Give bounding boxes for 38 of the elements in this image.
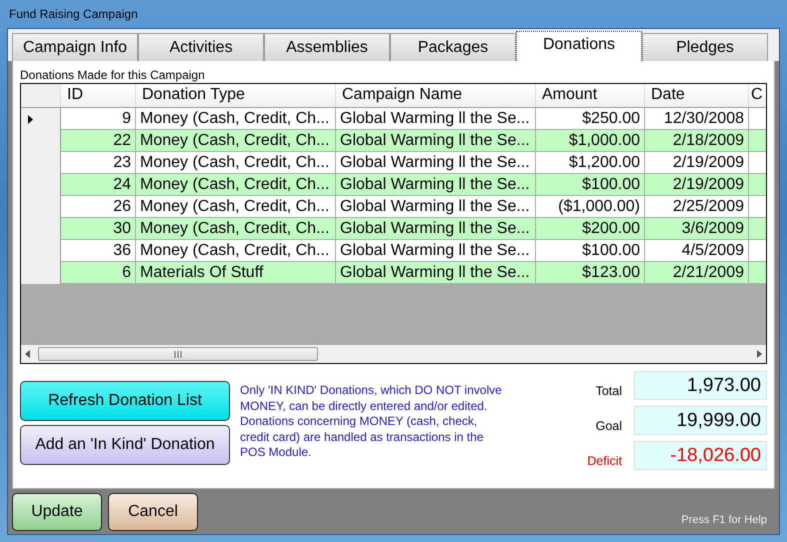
column-header[interactable]: C bbox=[749, 84, 766, 107]
total-value-field: -18,026.00 bbox=[634, 441, 767, 470]
total-label: Total bbox=[596, 384, 622, 398]
footer-button[interactable]: Cancel bbox=[108, 492, 198, 530]
action-button[interactable]: Add an 'In Kind' Donation bbox=[20, 425, 230, 465]
table-cell: Global Warming ll the Se... bbox=[336, 262, 536, 284]
scrollbar-thumb[interactable] bbox=[38, 347, 318, 361]
tab[interactable]: Packages bbox=[390, 33, 516, 61]
row-header[interactable] bbox=[21, 108, 61, 130]
scroll-left-icon[interactable] bbox=[25, 350, 30, 358]
grid-caption: Donations Made for this Campaign bbox=[20, 67, 206, 83]
column-header[interactable]: Donation Type bbox=[136, 84, 336, 107]
scroll-right-icon[interactable] bbox=[757, 350, 762, 358]
tab[interactable]: Assemblies bbox=[264, 33, 390, 61]
table-cell: $123.00 bbox=[536, 262, 645, 284]
tab[interactable]: Activities bbox=[138, 33, 264, 61]
column-header[interactable]: Date bbox=[645, 84, 749, 107]
action-button[interactable]: Refresh Donation List bbox=[20, 381, 230, 421]
column-header[interactable]: Amount bbox=[536, 84, 645, 107]
help-hint: Press F1 for Help bbox=[681, 514, 767, 526]
total-value-field: 1,973.00 bbox=[634, 371, 767, 400]
table-cell: 2/21/2009 bbox=[645, 262, 749, 284]
horizontal-scrollbar[interactable] bbox=[21, 345, 766, 363]
row-header bbox=[21, 84, 61, 107]
tab[interactable]: Pledges bbox=[642, 33, 768, 61]
column-header[interactable]: ID bbox=[61, 84, 136, 107]
total-label: Deficit bbox=[587, 454, 622, 468]
total-value-field: 19,999.00 bbox=[634, 406, 767, 435]
table-cell: Materials Of Stuff bbox=[136, 262, 336, 284]
window-title: Fund Raising Campaign bbox=[8, 6, 139, 23]
footer-button[interactable]: Update bbox=[12, 492, 102, 530]
current-row-icon bbox=[28, 115, 33, 124]
column-header[interactable]: Campaign Name bbox=[336, 84, 536, 107]
tab[interactable]: Donations bbox=[516, 31, 642, 61]
total-label: Goal bbox=[596, 418, 622, 432]
info-note: Only 'IN KIND' Donations, which DO NOT involve MONEY, can be directly entered and/or edited. Donations concerning MONEY (cash, check, credit card) are handled as transactions in the POS Module. bbox=[240, 383, 502, 461]
table-cell: 6 bbox=[61, 262, 136, 284]
tab[interactable]: Campaign Info bbox=[12, 33, 138, 61]
